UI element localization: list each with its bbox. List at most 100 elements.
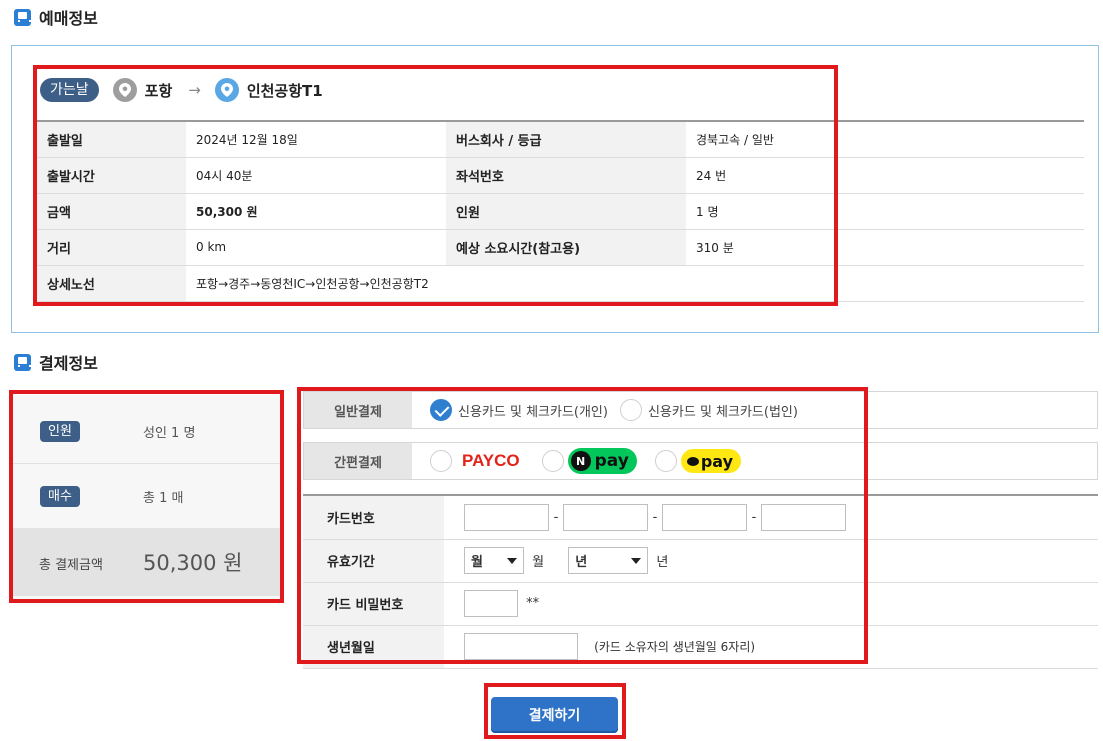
bus-company-label: 버스회사 / 등급 (446, 121, 686, 158)
expiry-row: 유효기간 월 월 년 년 (303, 539, 1098, 583)
departure-time-value: 04시 40분 (186, 157, 446, 194)
card-number-input-3[interactable] (662, 503, 747, 531)
summary-people-row: 인원 성인 1 명 (13, 419, 280, 443)
price-label: 금액 (37, 193, 186, 230)
table-row: 출발시간 04시 40분 좌석번호 24 번 (37, 157, 1084, 194)
pin-suffix: ** (526, 596, 540, 611)
bus-company-value: 경북고속 / 일반 (686, 121, 1084, 158)
npay-logo: N pay (567, 448, 637, 474)
birth-inputs: (카드 소유자의 생년월일 6자리) (444, 625, 1098, 669)
duration-label: 예상 소요시간(참고용) (446, 229, 686, 266)
bus-icon (14, 8, 31, 26)
kakaopay-option[interactable]: pay (654, 449, 742, 473)
route-header: 가는날 포항 → 인천공항T1 (40, 76, 323, 104)
seat-number-value: 24 번 (686, 157, 1084, 194)
card-number-inputs: --- (444, 495, 1098, 540)
summary-divider (13, 463, 280, 464)
expiry-label: 유효기간 (303, 539, 444, 583)
origin-pin-icon (112, 78, 137, 102)
radio-icon[interactable] (654, 450, 677, 472)
general-payment-label: 일반결제 (304, 392, 412, 428)
duration-value: 310 분 (686, 229, 1084, 266)
expiry-inputs: 월 월 년 년 (444, 539, 1098, 583)
month-select[interactable]: 월 (464, 547, 524, 574)
card-number-input-4[interactable] (761, 503, 846, 531)
payco-option[interactable]: PAYCO (430, 450, 520, 472)
easy-payment-label: 간편결제 (304, 443, 412, 479)
departure-date-label: 출발일 (37, 121, 186, 158)
payco-logo: PAYCO (462, 451, 520, 470)
reservation-detail-table: 출발일 2024년 12월 18일 버스회사 / 등급 경북고속 / 일반 출발… (37, 120, 1084, 302)
birth-label: 생년월일 (303, 625, 444, 669)
npay-n-icon: N (570, 451, 591, 471)
summary-count-row: 매수 총 1 매 (13, 484, 280, 508)
payment-section-title: 결제정보 (14, 352, 98, 373)
card-separator: - (652, 509, 658, 525)
year-select[interactable]: 년 (568, 547, 649, 574)
price-value: 50,300 원 (186, 193, 446, 230)
arrow-right-icon: → (188, 81, 201, 99)
chevron-down-icon (631, 557, 642, 564)
npay-text: pay (594, 451, 629, 471)
npay-option[interactable]: N pay (541, 448, 637, 474)
summary-total: 총 결제금액 50,300 원 (13, 528, 280, 596)
card-pin-input[interactable] (464, 590, 518, 617)
departure-date-value: 2024년 12월 18일 (186, 121, 446, 158)
card-separator: - (553, 509, 559, 525)
corporate-card-label: 신용카드 및 체크카드(법인) (647, 404, 798, 420)
reservation-section-title: 예매정보 (14, 7, 98, 28)
radio-icon[interactable] (619, 399, 642, 421)
card-separator: - (751, 509, 757, 525)
pin-inputs: ** (444, 582, 1098, 626)
checked-radio-icon[interactable] (430, 399, 452, 421)
table-row: 거리 0 km 예상 소요시간(참고용) 310 분 (37, 229, 1084, 266)
people-tag: 인원 (40, 420, 80, 442)
birth-hint: (카드 소유자의 생년월일 6자리) (594, 640, 756, 654)
table-row: 금액 50,300 원 인원 1 명 (37, 193, 1084, 230)
card-number-input-1[interactable] (464, 503, 549, 531)
bus-icon (14, 353, 31, 371)
card-form-table: 카드번호 - - - 유효기간 월 월 년 년 카드 비밀번호 ** 생년월일 (카… (303, 494, 1098, 669)
birth-row: 생년월일 (카드 소유자의 생년월일 6자리) (303, 625, 1098, 669)
corporate-card-option[interactable]: 신용카드 및 체크카드(법인) (619, 399, 798, 421)
easy-payment-row: 간편결제 PAYCO N pay pay (303, 442, 1098, 480)
birth-date-input[interactable] (464, 633, 578, 660)
card-number-row: 카드번호 - - - (303, 495, 1098, 540)
count-value: 총 1 매 (143, 490, 184, 506)
table-row: 출발일 2024년 12월 18일 버스회사 / 등급 경북고속 / 일반 (37, 121, 1084, 158)
pin-label: 카드 비밀번호 (303, 582, 444, 626)
personal-card-label: 신용카드 및 체크카드(개인) (458, 404, 608, 420)
origin-city: 포항 (144, 81, 173, 100)
route-detail-value: 포항→경주→동영천IC→인천공항→인천공항T2 (186, 265, 1084, 302)
people-value: 성인 1 명 (143, 425, 196, 441)
month-unit: 월 (532, 555, 545, 570)
seat-number-label: 좌석번호 (446, 157, 686, 194)
table-row: 상세노선 포항→경주→동영천IC→인천공항→인천공항T2 (37, 265, 1084, 302)
route-detail-label: 상세노선 (37, 265, 186, 302)
pay-button[interactable]: 결제하기 (491, 697, 618, 733)
radio-icon[interactable] (541, 450, 564, 472)
departure-time-label: 출발시간 (37, 157, 186, 194)
card-number-label: 카드번호 (303, 495, 444, 540)
radio-icon[interactable] (430, 450, 452, 472)
general-payment-row: 일반결제 신용카드 및 체크카드(개인) 신용카드 및 체크카드(법인) (303, 391, 1098, 429)
kakaopay-text: pay (700, 451, 734, 471)
personal-card-option[interactable]: 신용카드 및 체크카드(개인) (430, 399, 608, 421)
count-tag: 매수 (40, 485, 80, 507)
total-value: 50,300 원 (143, 551, 243, 575)
direction-pill: 가는날 (40, 78, 99, 102)
pin-row: 카드 비밀번호 ** (303, 582, 1098, 626)
payment-summary: 인원 성인 1 명 매수 총 1 매 총 결제금액 50,300 원 (13, 395, 280, 600)
speech-bubble-icon (686, 456, 699, 466)
kakaopay-logo: pay (680, 449, 742, 473)
reservation-title-text: 예매정보 (39, 9, 98, 28)
month-select-value: 월 (471, 555, 483, 570)
chevron-down-icon (507, 557, 517, 564)
year-unit: 년 (656, 555, 669, 570)
total-label: 총 결제금액 (39, 558, 103, 573)
passenger-value: 1 명 (686, 193, 1084, 230)
payment-title-text: 결제정보 (39, 354, 98, 373)
card-number-input-2[interactable] (563, 503, 648, 531)
destination-pin-icon (214, 78, 239, 102)
distance-label: 거리 (37, 229, 186, 266)
